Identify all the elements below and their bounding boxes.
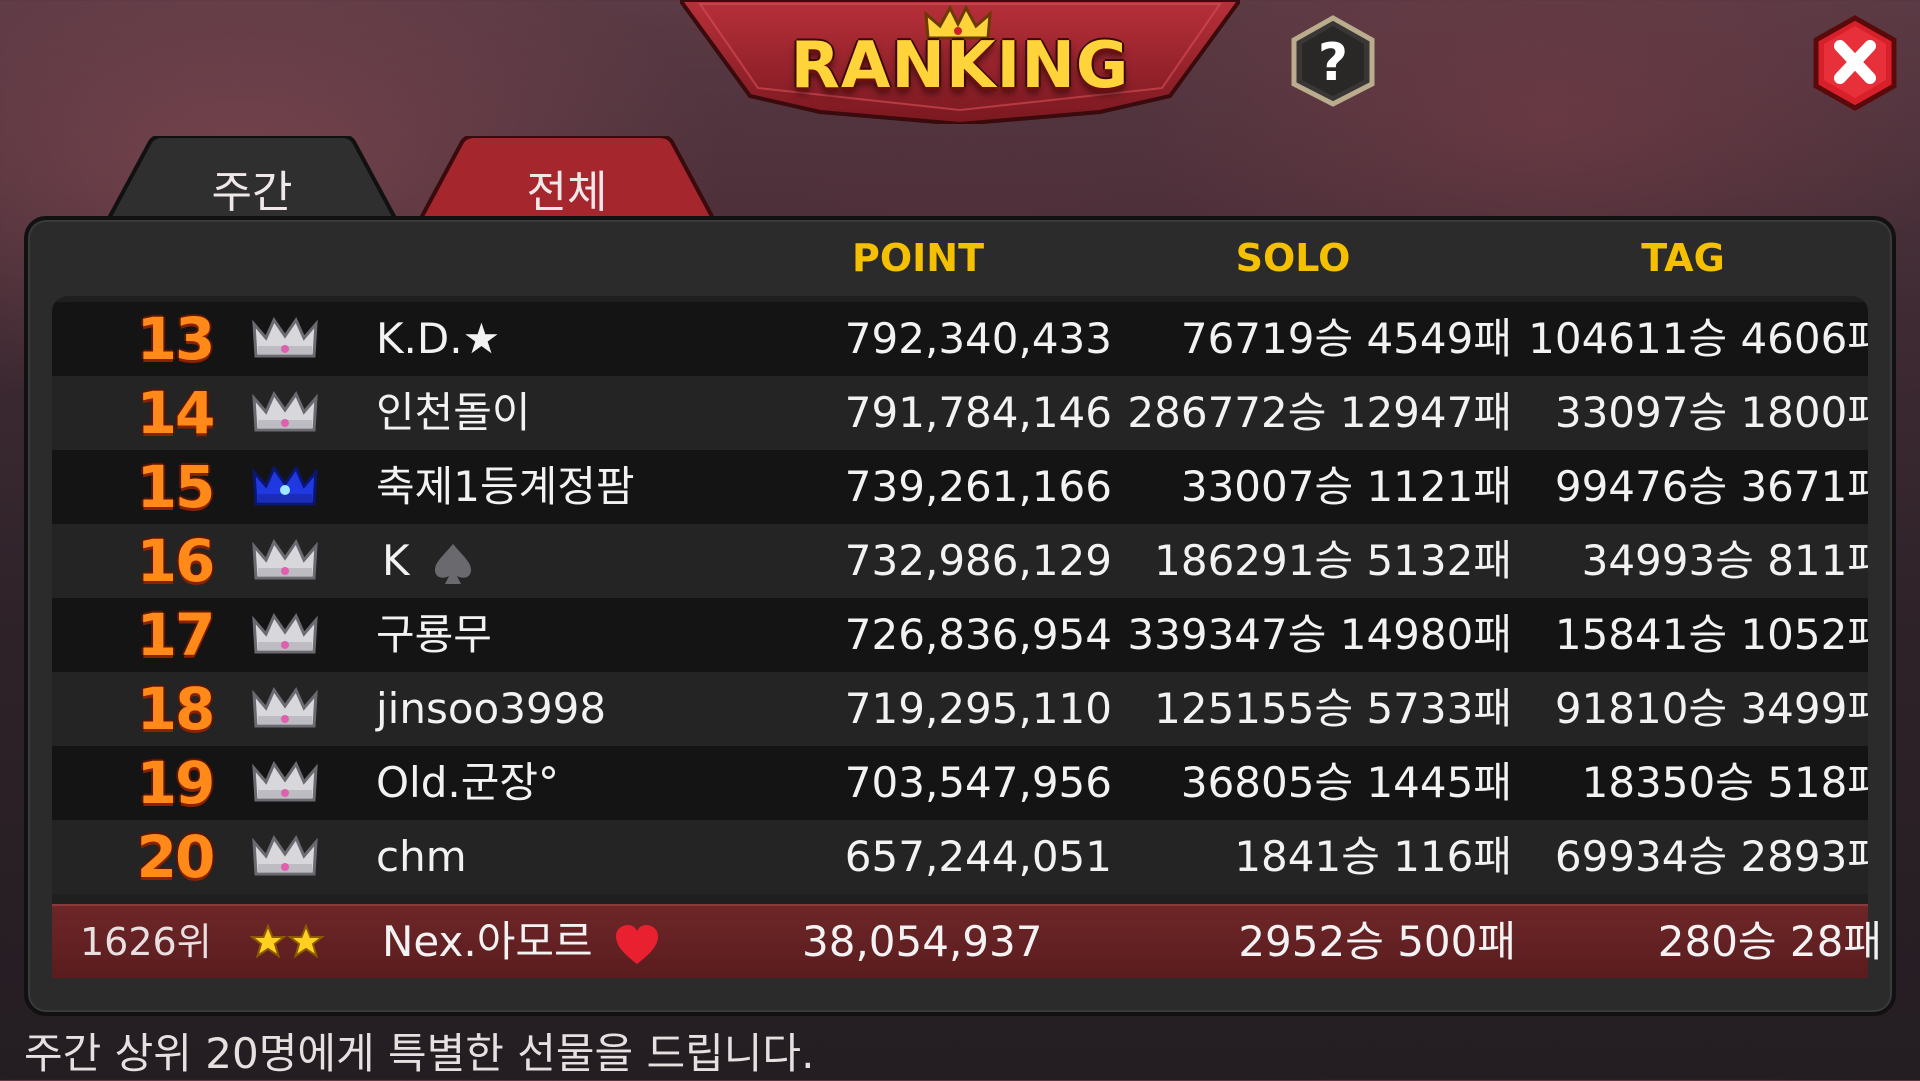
player-name: Old.군장°	[376, 758, 560, 807]
player-solo-record: 125155승 5733패	[1154, 684, 1512, 733]
rank-number: 17	[136, 601, 216, 669]
my-solo-record: 2952승 500패	[1238, 917, 1516, 966]
crown-icon	[252, 612, 318, 654]
player-tag-record: 99476승 3671패	[1554, 462, 1868, 511]
player-tag-record: 15841승 1052패	[1554, 610, 1868, 659]
player-point: 703,547,956	[844, 758, 1112, 807]
tab-weekly[interactable]: 주간	[102, 136, 402, 220]
player-tag-record: 104611승 4606패	[1528, 314, 1868, 363]
tab-weekly-label: 주간	[211, 167, 293, 218]
player-name: chm	[376, 832, 467, 881]
player-solo-record: 76719승 4549패	[1180, 314, 1512, 363]
crown-icon	[252, 834, 318, 876]
player-point: 792,340,433	[844, 314, 1112, 363]
player-name: jinsoo3998	[376, 684, 607, 733]
crown-icon	[252, 316, 318, 358]
question-mark-icon: ?	[1318, 33, 1348, 93]
my-rank: 1626위	[80, 920, 212, 964]
rank-number: 16	[136, 527, 216, 595]
player-solo-record: 33007승 1121패	[1180, 462, 1512, 511]
my-tag-record: 280승 28패	[1657, 917, 1882, 966]
ranking-row[interactable]: 16 K 732,986,129 186291승 5132패 34993승 81…	[52, 524, 1868, 598]
player-point: 657,244,051	[844, 832, 1112, 881]
crown-icon	[252, 760, 318, 802]
player-point: 732,986,129	[844, 536, 1112, 585]
player-name: 인천돌이	[376, 388, 531, 437]
footer-note: 주간 상위 20명에게 특별한 선물을 드립니다.	[24, 1029, 815, 1078]
player-tag-record: 91810승 3499패	[1554, 684, 1868, 733]
rank-number: 13	[136, 305, 216, 373]
rank-number: 20	[136, 823, 216, 891]
crown-icon	[252, 390, 318, 432]
rank-number: 19	[136, 749, 216, 817]
ranking-row[interactable]: 15 축제1등계정팜 739,261,166 33007승 1121패 9947…	[52, 450, 1868, 524]
ranking-row[interactable]: 20 chm 657,244,051 1841승 116패 69934승 289…	[52, 820, 1868, 894]
player-tag-record: 18350승 518패	[1581, 758, 1868, 807]
player-tag-record: 69934승 2893패	[1554, 832, 1868, 881]
ranking-row[interactable]: 18 jinsoo3998 719,295,110 125155승 5733패 …	[52, 672, 1868, 746]
crown-icon	[252, 538, 318, 580]
tab-total-label: 전체	[526, 167, 608, 218]
my-name-cell: Nex.아모르	[382, 906, 660, 978]
player-point: 739,261,166	[844, 462, 1112, 511]
spade-icon	[434, 543, 471, 584]
player-tag-record: 33097승 1800패	[1554, 388, 1868, 437]
column-header-solo: SOLO	[1235, 236, 1351, 280]
player-name: 구룡무	[376, 610, 492, 659]
player-solo-record: 186291승 5132패	[1154, 536, 1512, 585]
blue-crown-icon	[252, 464, 318, 506]
player-point: 719,295,110	[844, 684, 1112, 733]
crown-icon	[252, 686, 318, 728]
my-ranking-row[interactable]: 1626위 Nex.아모르 38,054,937 2952승 500패 280승…	[52, 904, 1882, 978]
rank-number: 14	[136, 379, 216, 447]
player-name: K.D.★	[376, 314, 501, 363]
ranking-row[interactable]: 14 인천돌이 791,784,146 286772승 12947패 33097…	[52, 376, 1868, 450]
heart-icon	[616, 924, 659, 964]
my-point: 38,054,937	[802, 917, 1043, 966]
player-name: 축제1등계정팜	[376, 462, 635, 511]
help-button[interactable]: ?	[1288, 14, 1378, 108]
player-solo-record: 36805승 1445패	[1180, 758, 1512, 807]
ranking-list[interactable]: 13 K.D.★ 792,340,433 76719승 4549패 104611…	[52, 296, 1868, 976]
column-header-point: POINT	[851, 236, 985, 280]
player-name-cell: K	[382, 524, 473, 598]
close-button[interactable]	[1810, 14, 1900, 112]
ranking-row[interactable]: 17 구룡무 726,836,954 339347승 14980패 15841승…	[52, 598, 1868, 672]
my-name: Nex.아모르	[382, 917, 593, 966]
player-solo-record: 339347승 14980패	[1127, 610, 1512, 659]
page-title: RANKING	[790, 29, 1130, 103]
two-stars-icon	[250, 924, 325, 959]
player-name: K	[382, 536, 410, 585]
tab-total[interactable]: 전체	[414, 136, 720, 220]
player-solo-record: 1841승 116패	[1234, 832, 1512, 881]
column-header-tag: TAG	[1641, 236, 1725, 280]
player-tag-record: 34993승 811패	[1581, 536, 1868, 585]
player-solo-record: 286772승 12947패	[1127, 388, 1512, 437]
ranking-row[interactable]: 19 Old.군장° 703,547,956 36805승 1445패 1835…	[52, 746, 1868, 820]
player-point: 791,784,146	[844, 388, 1112, 437]
rank-number: 18	[136, 675, 216, 743]
ranking-row[interactable]: 13 K.D.★ 792,340,433 76719승 4549패 104611…	[52, 302, 1868, 376]
rank-number: 15	[136, 453, 216, 521]
player-point: 726,836,954	[844, 610, 1112, 659]
